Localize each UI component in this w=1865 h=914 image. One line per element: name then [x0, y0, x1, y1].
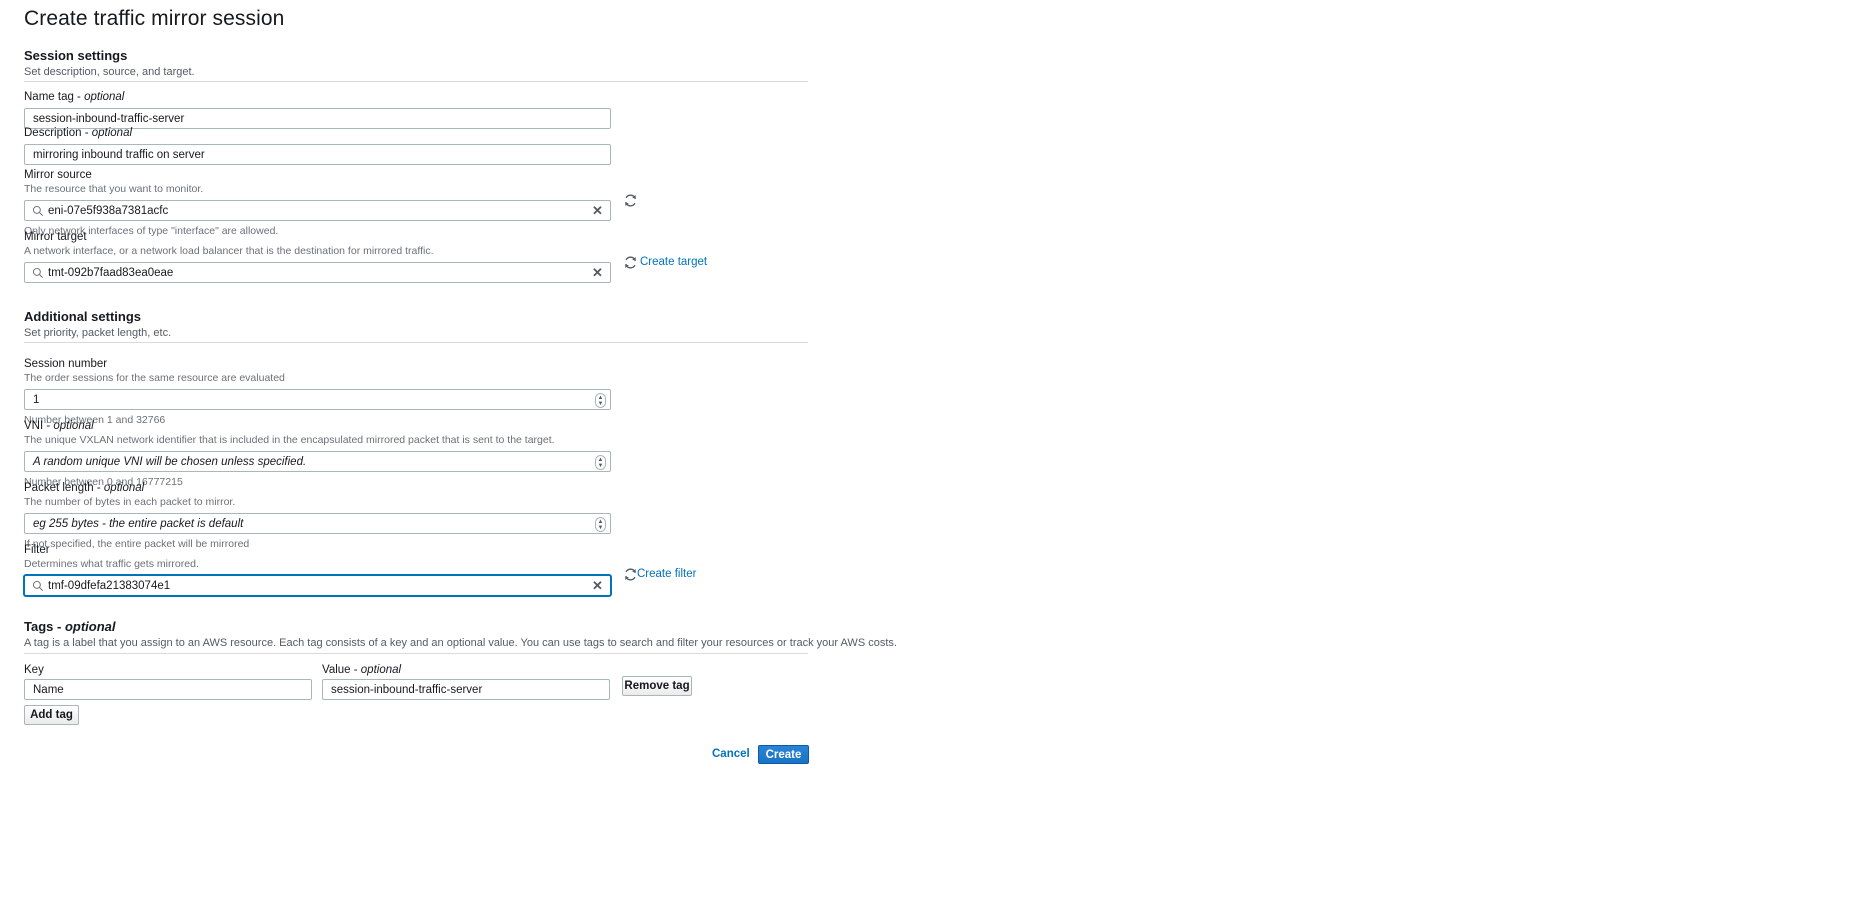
mirror-source-value: eni-07e5f938a7381acfc [48, 204, 169, 217]
stepper-down-icon: ▼ [597, 524, 604, 531]
clear-icon[interactable]: ✕ [591, 579, 604, 593]
refresh-icon-mirror-source[interactable] [623, 193, 638, 208]
clear-icon[interactable]: ✕ [591, 204, 604, 218]
additional-settings-subtitle: Set priority, packet length, etc. [24, 327, 172, 339]
field-description: Description - optional mirroring inbound… [24, 126, 611, 165]
field-mirror-source: Mirror source The resource that you want… [24, 168, 611, 238]
create-target-link[interactable]: Create target [640, 256, 707, 268]
packet-length-description: The number of bytes in each packet to mi… [24, 496, 236, 508]
session-number-input[interactable]: 1 ▲ ▼ [24, 389, 611, 410]
name-tag-value: session-inbound-traffic-server [33, 112, 185, 125]
vni-description: The unique VXLAN network identifier that… [24, 434, 555, 446]
tag-key-value: Name [33, 683, 64, 696]
packet-length-label: Packet length - optional [24, 482, 145, 494]
create-filter-link[interactable]: Create filter [637, 568, 696, 580]
field-filter: Filter Determines what traffic gets mirr… [24, 543, 611, 596]
create-traffic-mirror-session-page: Create traffic mirror session Session se… [0, 0, 1865, 914]
clear-icon[interactable]: ✕ [591, 266, 604, 280]
session-settings-divider [24, 81, 808, 82]
stepper-down-icon: ▼ [597, 400, 604, 407]
filter-description: Determines what traffic gets mirrored. [24, 558, 199, 570]
field-packet-length: Packet length - optional The number of b… [24, 481, 611, 551]
vni-input[interactable]: A random unique VNI will be chosen unles… [24, 451, 611, 472]
mirror-source-input[interactable]: eni-07e5f938a7381acfc ✕ [24, 200, 611, 221]
search-icon [32, 580, 43, 591]
packet-length-placeholder: eg 255 bytes - the entire packet is defa… [33, 517, 244, 530]
cancel-button[interactable]: Cancel [712, 748, 750, 760]
tags-divider [24, 653, 808, 654]
field-vni: VNI - optional The unique VXLAN network … [24, 419, 611, 489]
session-number-label: Session number [24, 358, 108, 370]
session-settings-title: Session settings [24, 48, 128, 63]
filter-value: tmf-09dfefa21383074e1 [48, 579, 171, 592]
add-tag-button[interactable]: Add tag [24, 705, 79, 725]
session-settings-header: Session settings Set description, source… [24, 48, 195, 78]
refresh-icon-filter[interactable] [623, 567, 638, 582]
tags-subtitle: A tag is a label that you assign to an A… [24, 637, 897, 649]
search-icon [32, 267, 43, 278]
mirror-target-description: A network interface, or a network load b… [24, 245, 434, 257]
mirror-source-label: Mirror source [24, 169, 92, 181]
page-title: Create traffic mirror session [24, 7, 285, 30]
mirror-target-label: Mirror target [24, 231, 87, 243]
session-number-value: 1 [33, 393, 40, 406]
additional-settings-header: Additional settings Set priority, packet… [24, 309, 171, 339]
filter-label: Filter [24, 544, 50, 556]
tags-key-column-label: Key [24, 664, 44, 676]
create-button[interactable]: Create [758, 745, 809, 764]
mirror-target-value: tmt-092b7faad83ea0eae [48, 266, 174, 279]
tag-value-value: session-inbound-traffic-server [331, 683, 483, 696]
description-label: Description - optional [24, 127, 133, 139]
filter-input[interactable]: tmf-09dfefa21383074e1 ✕ [24, 575, 611, 596]
field-mirror-target: Mirror target A network interface, or a … [24, 230, 611, 283]
vni-stepper[interactable]: ▲ ▼ [595, 455, 606, 470]
additional-settings-divider [24, 342, 808, 343]
vni-placeholder: A random unique VNI will be chosen unles… [33, 455, 307, 468]
tags-title: Tags - optional [24, 619, 116, 634]
packet-length-input[interactable]: eg 255 bytes - the entire packet is defa… [24, 513, 611, 534]
field-session-number: Session number The order sessions for th… [24, 357, 611, 427]
description-input[interactable]: mirroring inbound traffic on server [24, 144, 611, 165]
tags-header: Tags - optional A tag is a label that yo… [24, 619, 897, 649]
search-icon [32, 205, 43, 216]
refresh-icon-mirror-target[interactable] [623, 255, 638, 270]
packet-length-stepper[interactable]: ▲ ▼ [595, 517, 606, 532]
remove-tag-button[interactable]: Remove tag [622, 676, 692, 696]
name-tag-label: Name tag - optional [24, 91, 125, 103]
additional-settings-title: Additional settings [24, 309, 141, 324]
description-value: mirroring inbound traffic on server [33, 148, 205, 161]
mirror-source-description: The resource that you want to monitor. [24, 183, 204, 195]
tag-value-input[interactable]: session-inbound-traffic-server [322, 679, 610, 700]
tag-key-input[interactable]: Name [24, 679, 312, 700]
session-number-stepper[interactable]: ▲ ▼ [595, 393, 606, 408]
tags-value-column-label: Value - optional [322, 664, 402, 676]
session-settings-subtitle: Set description, source, and target. [24, 66, 195, 78]
session-number-description: The order sessions for the same resource… [24, 372, 285, 384]
vni-label: VNI - optional [24, 420, 94, 432]
stepper-down-icon: ▼ [597, 462, 604, 469]
mirror-target-input[interactable]: tmt-092b7faad83ea0eae ✕ [24, 262, 611, 283]
field-name-tag: Name tag - optional session-inbound-traf… [24, 90, 611, 129]
